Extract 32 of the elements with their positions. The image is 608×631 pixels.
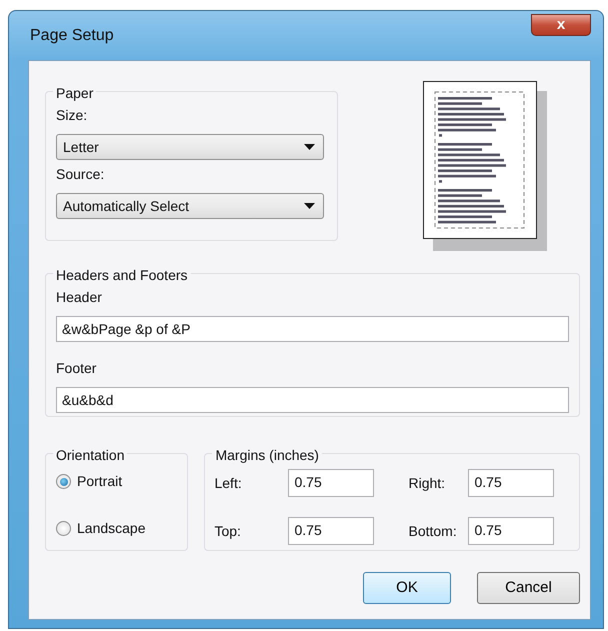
margin-field[interactable]: 0.75: [288, 469, 374, 497]
caret-icon: [304, 203, 315, 209]
source-dropdown[interactable]: Automatically Select: [56, 193, 324, 219]
group-title: Orientation: [53, 447, 128, 463]
header-field[interactable]: &w&bPage &p of &P: [56, 316, 569, 342]
footer-field[interactable]: &u&b&d: [56, 387, 569, 413]
group-title: Headers and Footers: [53, 267, 191, 283]
field-label: Footer: [56, 359, 98, 378]
group-title: Paper: [53, 85, 96, 101]
ok-button[interactable]: OK: [363, 572, 451, 604]
cancel-button[interactable]: Cancel: [477, 572, 580, 604]
field-label: Size:: [56, 106, 88, 125]
radio-option[interactable]: Portrait: [56, 471, 178, 492]
caret-icon: [304, 144, 315, 150]
margin-field[interactable]: 0.75: [468, 517, 554, 545]
radio-button[interactable]: [56, 521, 71, 536]
field-label: Top:: [214, 522, 242, 541]
field-label: Header: [56, 288, 103, 307]
field-label: Right:: [408, 474, 446, 493]
field-label: Left:: [214, 474, 243, 492]
radio-label: Portrait: [77, 472, 122, 491]
margin-field[interactable]: 0.75: [468, 469, 554, 497]
field-label: Bottom:: [408, 522, 458, 540]
size-dropdown[interactable]: Letter: [56, 134, 324, 160]
window-title: Page Setup: [29, 26, 114, 46]
margin-field[interactable]: 0.75: [288, 517, 374, 545]
radio-label: Landscape: [77, 519, 146, 538]
radio-option[interactable]: Landscape: [56, 518, 178, 539]
field-label: Source:: [56, 165, 106, 184]
close-button[interactable]: x: [531, 14, 591, 36]
radio-button[interactable]: [56, 474, 71, 489]
group-title: Margins (inches): [212, 447, 322, 463]
